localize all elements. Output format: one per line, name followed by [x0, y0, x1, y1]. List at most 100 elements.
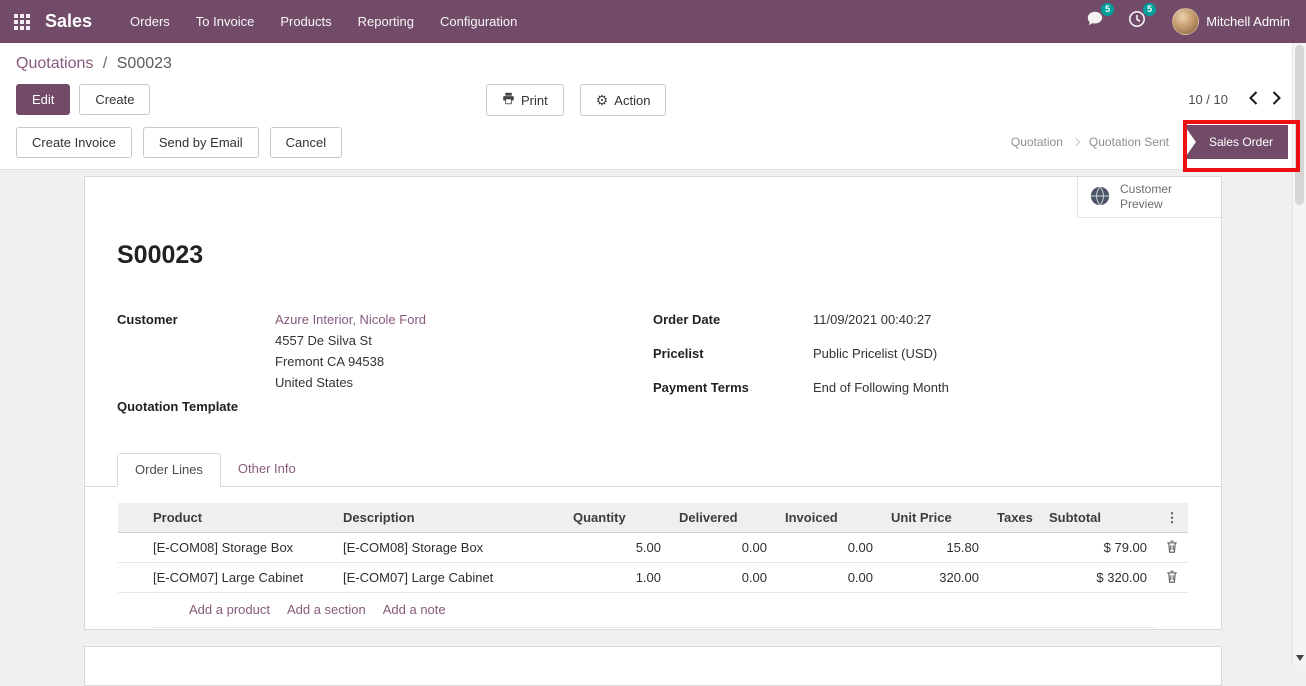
user-menu[interactable]: Mitchell Admin: [1172, 8, 1290, 35]
status-sales-order[interactable]: Sales Order: [1184, 125, 1288, 159]
order-line-row[interactable]: [E-COM07] Large Cabinet [E-COM07] Large …: [118, 563, 1188, 593]
cell-quantity: 1.00: [564, 563, 670, 593]
cell-unit-price: 15.80: [882, 533, 988, 563]
top-navbar: Sales Orders To Invoice Products Reporti…: [0, 0, 1306, 43]
menu-orders[interactable]: Orders: [117, 0, 183, 43]
print-button[interactable]: Print: [486, 84, 564, 116]
cell-description: [E-COM08] Storage Box: [334, 533, 564, 563]
add-section-link[interactable]: Add a section: [287, 602, 366, 617]
kebab-icon[interactable]: ⋮: [1166, 510, 1179, 525]
control-panel-center: Print ⚙ Action: [486, 84, 666, 116]
cell-unit-price: 320.00: [882, 563, 988, 593]
breadcrumb-current: S00023: [117, 55, 172, 72]
col-header-delivered[interactable]: Delivered: [670, 503, 776, 533]
field-column-right: Order Date 11/09/2021 00:40:27 Pricelist…: [653, 312, 1189, 423]
trash-icon: [1166, 540, 1178, 556]
order-date-value: 11/09/2021 00:40:27: [813, 312, 931, 328]
customer-preview-button[interactable]: Customer Preview: [1077, 177, 1221, 218]
cell-delete: [1156, 563, 1188, 593]
quotation-template-field: Quotation Template: [117, 399, 653, 415]
row-handle[interactable]: [118, 563, 144, 593]
breadcrumb: Quotations / S00023: [0, 43, 1306, 76]
menu-reporting[interactable]: Reporting: [345, 0, 427, 43]
status-quotation-sent[interactable]: Quotation Sent: [1079, 135, 1179, 149]
control-panel: Edit Create Print ⚙ Action 10 / 10: [0, 76, 1306, 125]
cell-delivered: 0.00: [670, 563, 776, 593]
cancel-button[interactable]: Cancel: [270, 127, 342, 158]
edit-button[interactable]: Edit: [16, 84, 70, 115]
menu-configuration[interactable]: Configuration: [427, 0, 530, 43]
col-header-taxes[interactable]: Taxes: [988, 503, 1040, 533]
cell-taxes: [988, 563, 1040, 593]
add-note-link[interactable]: Add a note: [383, 602, 446, 617]
order-line-row[interactable]: [E-COM08] Storage Box [E-COM08] Storage …: [118, 533, 1188, 563]
cell-product: [E-COM08] Storage Box: [144, 533, 334, 563]
document-title: S00023: [117, 241, 1221, 270]
action-button[interactable]: ⚙ Action: [580, 84, 667, 116]
optional-columns-header[interactable]: ⋮: [1156, 503, 1188, 533]
cell-quantity: 5.00: [564, 533, 670, 563]
customer-link[interactable]: Azure Interior, Nicole Ford: [275, 312, 426, 327]
activities-button[interactable]: 5: [1128, 10, 1146, 33]
pager-previous-button[interactable]: [1242, 87, 1265, 112]
send-by-email-button[interactable]: Send by Email: [143, 127, 259, 158]
customer-field: Customer Azure Interior, Nicole Ford 455…: [117, 312, 653, 391]
breadcrumb-quotations-link[interactable]: Quotations: [16, 55, 93, 72]
status-quotation[interactable]: Quotation: [1001, 135, 1073, 149]
delete-line-button[interactable]: [1166, 540, 1178, 556]
pricelist-label: Pricelist: [653, 346, 813, 362]
apps-menu-icon[interactable]: [14, 14, 30, 30]
col-header-subtotal[interactable]: Subtotal: [1040, 503, 1156, 533]
field-column-left: Customer Azure Interior, Nicole Ford 455…: [117, 312, 653, 423]
cell-product: [E-COM07] Large Cabinet: [144, 563, 334, 593]
messages-badge: 5: [1101, 3, 1114, 16]
notebook-tabs: Order Lines Other Info: [85, 453, 1221, 487]
tab-other-info[interactable]: Other Info: [221, 453, 313, 486]
create-button[interactable]: Create: [79, 84, 150, 115]
pager-count: 10 / 10: [1188, 92, 1228, 107]
form-sheet: Customer Preview S00023 Customer Azure I…: [84, 176, 1222, 630]
avatar: [1172, 8, 1199, 35]
app-name[interactable]: Sales: [45, 11, 92, 32]
scroll-down-arrow[interactable]: [1296, 655, 1304, 661]
col-header-quantity[interactable]: Quantity: [564, 503, 670, 533]
col-header-unit-price[interactable]: Unit Price: [882, 503, 988, 533]
address-line-3: United States: [275, 375, 426, 391]
send-by-email-label: Send by Email: [159, 135, 243, 150]
messages-button[interactable]: 5: [1086, 10, 1104, 33]
cell-delivered: 0.00: [670, 533, 776, 563]
col-header-invoiced[interactable]: Invoiced: [776, 503, 882, 533]
cell-taxes: [988, 533, 1040, 563]
action-label: Action: [614, 93, 650, 108]
pager: 10 / 10: [1188, 87, 1288, 112]
user-name: Mitchell Admin: [1206, 14, 1290, 29]
cell-subtotal: $ 320.00: [1040, 563, 1156, 593]
create-invoice-button[interactable]: Create Invoice: [16, 127, 132, 158]
pager-next-button[interactable]: [1265, 87, 1288, 112]
cell-description: [E-COM07] Large Cabinet: [334, 563, 564, 593]
delete-line-button[interactable]: [1166, 570, 1178, 586]
add-product-link[interactable]: Add a product: [189, 602, 270, 617]
col-header-product[interactable]: Product: [144, 503, 334, 533]
order-date-field: Order Date 11/09/2021 00:40:27: [653, 312, 1189, 328]
pricelist-field: Pricelist Public Pricelist (USD): [653, 346, 1189, 362]
cell-subtotal: $ 79.00: [1040, 533, 1156, 563]
print-label: Print: [521, 93, 548, 108]
menu-products[interactable]: Products: [267, 0, 344, 43]
tab-order-lines[interactable]: Order Lines: [117, 453, 221, 487]
scrollbar-thumb[interactable]: [1295, 45, 1304, 205]
chevron-left-icon: [1249, 91, 1258, 108]
col-header-description[interactable]: Description: [334, 503, 564, 533]
row-handle[interactable]: [118, 533, 144, 563]
create-invoice-label: Create Invoice: [32, 135, 116, 150]
order-date-label: Order Date: [653, 312, 813, 328]
table-header-row: Product Description Quantity Delivered I…: [118, 503, 1188, 533]
menu-to-invoice[interactable]: To Invoice: [183, 0, 268, 43]
cell-invoiced: 0.00: [776, 533, 882, 563]
customer-preview-label: Customer Preview: [1120, 182, 1180, 212]
scrollbar[interactable]: [1292, 43, 1306, 665]
chevron-right-icon: [1272, 91, 1281, 108]
cancel-label: Cancel: [286, 135, 326, 150]
form-action-row: Create Invoice Send by Email Cancel Quot…: [0, 125, 1306, 170]
form-view-background: Customer Preview S00023 Customer Azure I…: [0, 170, 1306, 664]
